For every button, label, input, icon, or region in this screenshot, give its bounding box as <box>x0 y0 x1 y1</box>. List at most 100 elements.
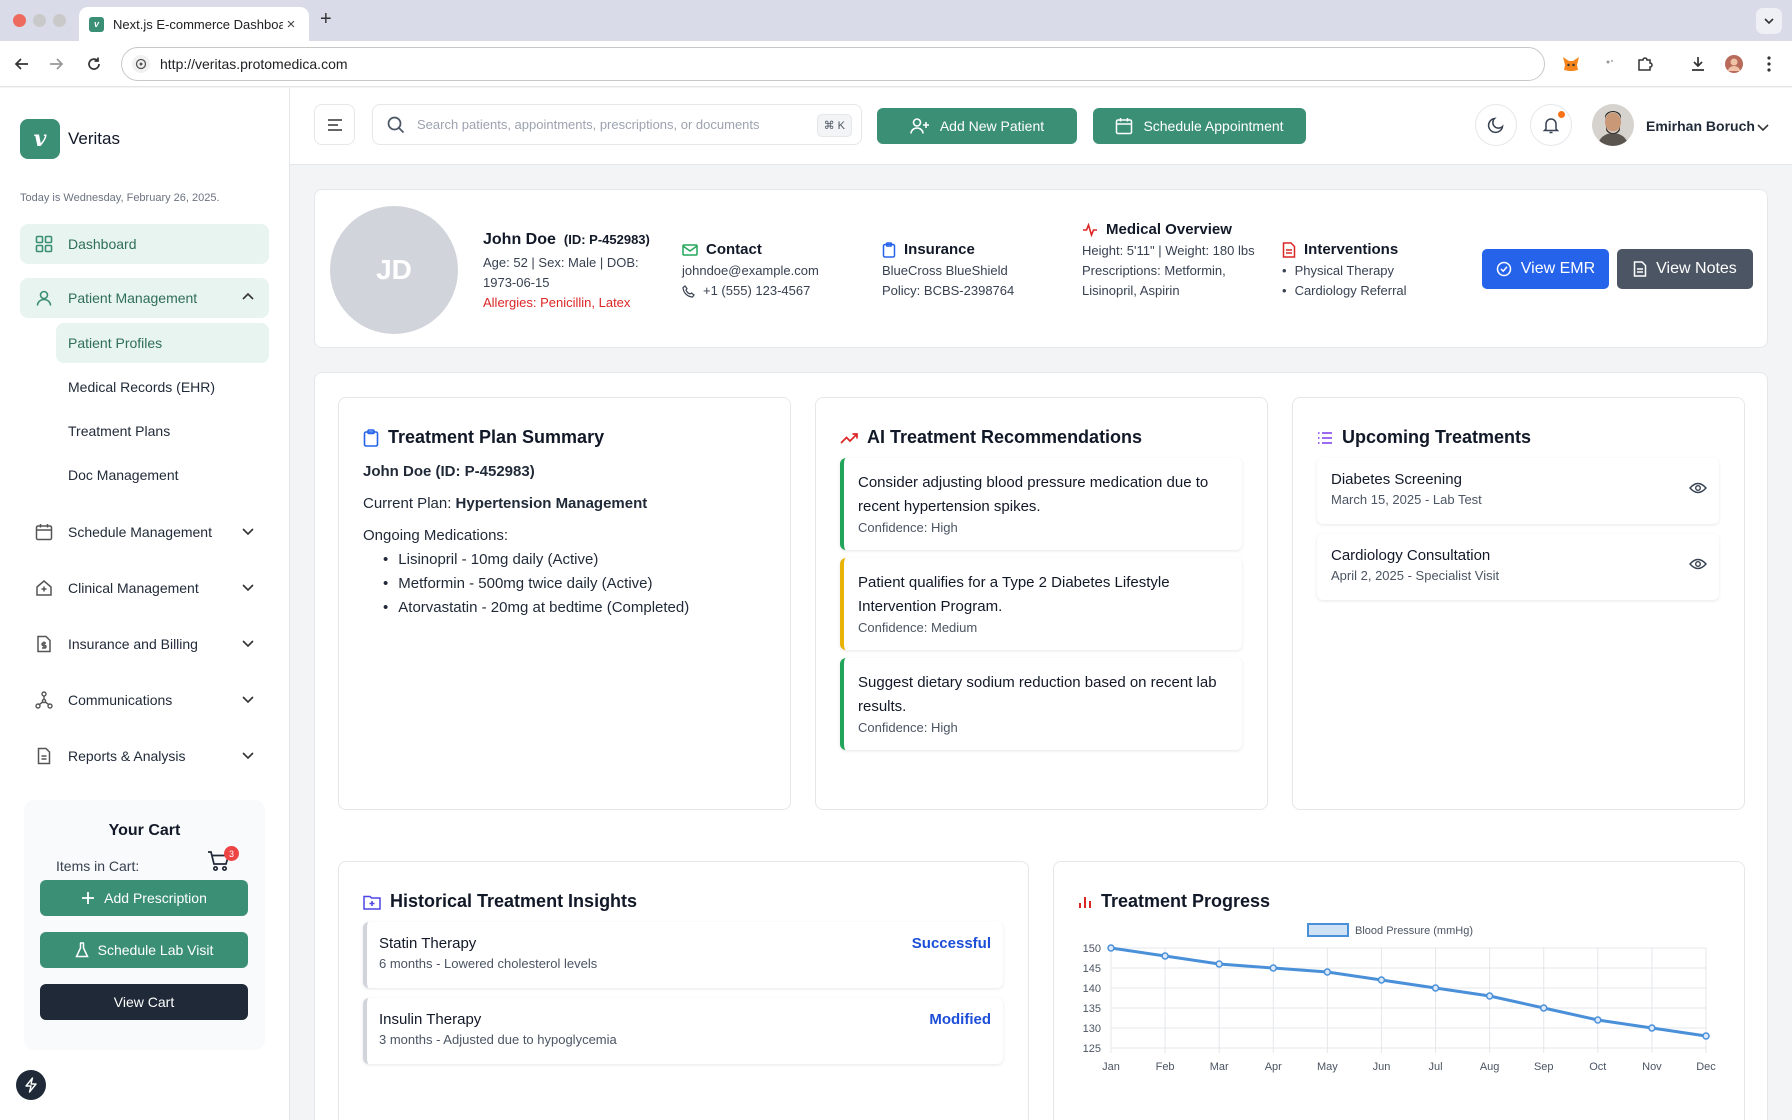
y-tick-label: 150 <box>1083 943 1101 955</box>
schedule-appointment-button[interactable]: Schedule Appointment <box>1093 108 1306 144</box>
view-notes-button[interactable]: View Notes <box>1617 249 1753 289</box>
recommendation-item[interactable]: Suggest dietary sodium reduction based o… <box>840 658 1242 750</box>
download-icon[interactable] <box>1685 51 1711 77</box>
x-tick-label: Jan <box>1102 1061 1120 1073</box>
sidebar-item-clinical-management[interactable]: Clinical Management <box>20 568 269 608</box>
dark-mode-toggle[interactable] <box>1475 104 1517 146</box>
height-weight: Height: 5'11" | Weight: 180 lbs <box>1082 243 1255 258</box>
schedule-lab-visit-button[interactable]: Schedule Lab Visit <box>40 932 248 968</box>
upcoming-item[interactable]: Diabetes Screening March 15, 2025 - Lab … <box>1317 458 1719 524</box>
window-close-button[interactable] <box>13 14 26 27</box>
profile-avatar-icon[interactable] <box>1721 51 1747 77</box>
recommendation-confidence: Confidence: High <box>858 520 958 535</box>
eye-icon[interactable] <box>1689 482 1707 494</box>
address-bar[interactable]: http://veritas.protomedica.com <box>121 47 1545 81</box>
check-circle-icon <box>1496 261 1512 277</box>
eye-icon[interactable] <box>1689 558 1707 570</box>
data-point <box>1648 1024 1656 1032</box>
add-prescription-button[interactable]: Add Prescription <box>40 880 248 916</box>
patient-phone[interactable]: +1 (555) 123-4567 <box>703 281 810 301</box>
legend-swatch <box>1307 923 1349 937</box>
sidebar-item-schedule-management[interactable]: Schedule Management <box>20 512 269 552</box>
top-header: ⌘ K Add New Patient Schedule Appointment… <box>290 88 1792 165</box>
button-label: Schedule Appointment <box>1143 118 1284 134</box>
history-item[interactable]: Statin Therapy 6 months - Lowered choles… <box>363 922 1003 988</box>
patient-email[interactable]: johndoe@example.com <box>682 261 819 281</box>
sidebar-item-label: Communications <box>68 692 173 708</box>
chevron-down-icon <box>241 748 255 762</box>
history-title: Statin Therapy <box>379 935 477 952</box>
back-icon[interactable] <box>10 52 34 76</box>
sidebar-subitem-patient-profiles[interactable]: Patient Profiles <box>56 323 269 363</box>
plan-label: Current Plan: <box>363 495 452 512</box>
add-new-patient-button[interactable]: Add New Patient <box>877 108 1077 144</box>
patient-summary-card: JD John Doe (ID: P-452983) Age: 52 | Sex:… <box>314 189 1768 348</box>
sidebar-item-communications[interactable]: Communications <box>20 680 269 720</box>
view-emr-button[interactable]: View EMR <box>1482 249 1609 289</box>
patient-demographics: Age: 52 | Sex: Male | DOB: 1973-06-15 <box>483 255 639 290</box>
window-maximize-button[interactable] <box>53 14 66 27</box>
view-cart-button[interactable]: View Cart <box>40 984 248 1020</box>
browser-tab[interactable]: v Next.js E-commerce Dashboard × <box>79 7 309 41</box>
recommendation-item[interactable]: Patient qualifies for a Type 2 Diabetes … <box>840 558 1242 650</box>
metamask-extension-icon[interactable] <box>1558 51 1584 77</box>
prescriptions: Prescriptions: Metformin, Lisinopril, As… <box>1082 263 1226 298</box>
moon-icon <box>1487 116 1505 134</box>
avatar[interactable] <box>1592 104 1634 146</box>
sidebar-item-label: Insurance and Billing <box>68 636 198 652</box>
tab-title: Next.js E-commerce Dashboard <box>113 16 283 32</box>
window-minimize-button[interactable] <box>33 14 46 27</box>
sidebar-item-reports[interactable]: Reports & Analysis <box>20 736 269 776</box>
chevron-down-icon[interactable] <box>1756 120 1770 134</box>
extensions-puzzle-icon[interactable] <box>1632 51 1658 77</box>
sidebar-item-insurance-billing[interactable]: Insurance and Billing <box>20 624 269 664</box>
card-title-text: AI Treatment Recommendations <box>867 427 1143 447</box>
calendar-icon <box>34 522 54 542</box>
bolt-icon[interactable] <box>16 1070 46 1100</box>
recommendation-item[interactable]: Consider adjusting blood pressure medica… <box>840 458 1242 550</box>
site-info-icon[interactable] <box>132 55 150 73</box>
y-tick-label: 145 <box>1083 963 1101 975</box>
sidebar-item-label: Schedule Management <box>68 524 212 540</box>
chevron-down-icon <box>241 692 255 706</box>
patient-id: (ID: P-452983) <box>563 232 650 247</box>
bar-chart-icon <box>1078 895 1092 909</box>
invoice-dollar-icon <box>34 634 54 654</box>
sidebar-subitem-label: Patient Profiles <box>68 335 163 351</box>
search-input[interactable] <box>417 117 802 132</box>
data-point <box>1107 944 1115 952</box>
new-tab-icon[interactable]: + <box>320 8 332 31</box>
sidebar-item-dashboard[interactable]: Dashboard <box>20 224 269 264</box>
sidebar-subitem-medical-records[interactable]: Medical Records (EHR) <box>56 367 269 407</box>
upcoming-title: Cardiology Consultation <box>1331 547 1491 564</box>
notifications-button[interactable] <box>1530 104 1572 146</box>
search-box[interactable]: ⌘ K <box>372 104 862 145</box>
button-label: View Cart <box>113 994 175 1010</box>
x-tick-label: Oct <box>1589 1061 1606 1073</box>
browser-toolbar: http://veritas.protomedica.com <box>0 41 1792 87</box>
chevron-down-icon <box>241 636 255 650</box>
calendar-icon <box>1115 117 1133 135</box>
upcoming-item[interactable]: Cardiology Consultation April 2, 2025 - … <box>1317 534 1719 600</box>
sidebar-item-patient-management[interactable]: Patient Management <box>20 278 269 318</box>
y-tick-label: 130 <box>1083 1023 1101 1035</box>
section-title: Insurance <box>904 241 975 258</box>
forward-icon[interactable] <box>44 52 68 76</box>
section-title: Interventions <box>1304 241 1399 258</box>
user-name[interactable]: Emirhan Boruch <box>1646 118 1755 134</box>
tab-search-chevron-icon[interactable] <box>1756 8 1782 34</box>
menu-toggle-button[interactable] <box>314 104 355 145</box>
sidebar: v Veritas Today is Wednesday, February 2… <box>0 88 290 1120</box>
loading-extension-icon[interactable] <box>1597 51 1623 77</box>
sidebar-subitem-treatment-plans[interactable]: Treatment Plans <box>56 411 269 451</box>
tab-close-icon[interactable]: × <box>283 16 299 33</box>
browser-menu-icon[interactable] <box>1756 51 1782 77</box>
y-tick-label: 125 <box>1083 1043 1101 1055</box>
button-label: View EMR <box>1520 260 1596 277</box>
reload-icon[interactable] <box>82 52 106 76</box>
history-item[interactable]: Insulin Therapy 3 months - Adjusted due … <box>363 998 1003 1064</box>
policy-number: Policy: BCBS-2398764 <box>882 283 1015 298</box>
button-label: Schedule Lab Visit <box>97 942 214 958</box>
history-status: Modified <box>929 1011 991 1028</box>
sidebar-subitem-doc-management[interactable]: Doc Management <box>56 455 269 495</box>
